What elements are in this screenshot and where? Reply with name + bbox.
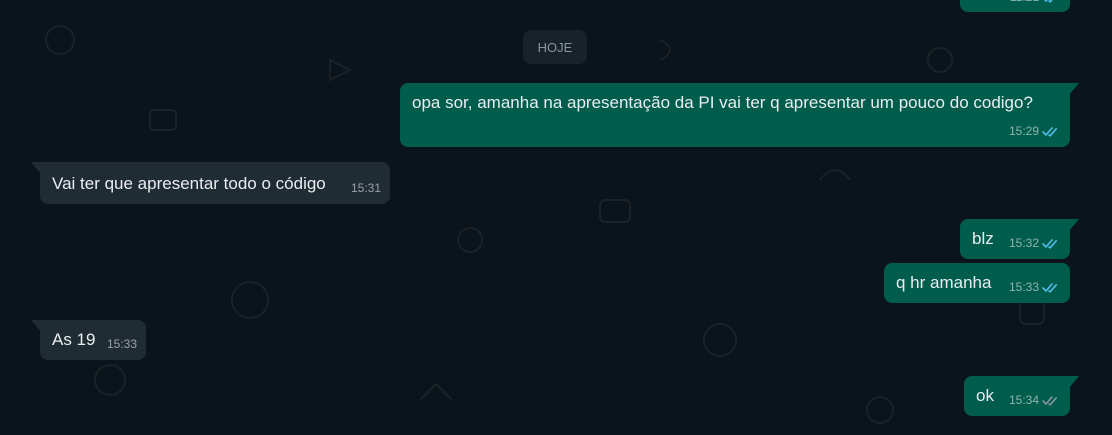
message-time: 15:34 bbox=[1008, 393, 1039, 407]
message-bubble-outgoing[interactable]: blz 15:32 bbox=[960, 219, 1079, 259]
double-check-icon bbox=[1042, 238, 1057, 249]
message-meta: 15:31 bbox=[351, 177, 381, 199]
message-time: 15:33 bbox=[106, 337, 137, 351]
message-text: opa sor, amanha na apresentação da PI va… bbox=[412, 93, 1033, 112]
message-bubble-incoming[interactable]: Vai ter que apresentar todo o código 15:… bbox=[31, 162, 390, 204]
message-time: 15:33 bbox=[1008, 280, 1039, 294]
message-text: As 19 bbox=[52, 330, 96, 349]
message-meta: 15:34 bbox=[1009, 389, 1060, 411]
double-check-icon bbox=[1044, 0, 1053, 3]
message-bubble-incoming[interactable]: As 19 15:33 bbox=[31, 320, 146, 360]
message-text: q hr amanha bbox=[896, 273, 992, 292]
date-separator-label: HOJE bbox=[537, 39, 573, 55]
bubble-tail bbox=[31, 162, 41, 174]
message-text: Vai ter que apresentar todo o código bbox=[52, 174, 326, 193]
double-check-icon bbox=[1042, 395, 1057, 406]
message-bubble-outgoing[interactable]: q hr amanha 15:33 bbox=[884, 263, 1070, 303]
message-text: blz bbox=[972, 229, 994, 248]
message-time: 11:21 bbox=[1010, 0, 1039, 8]
message-meta: 15:29 bbox=[1009, 120, 1060, 142]
message-text: ok bbox=[976, 386, 994, 405]
bubble-tail bbox=[1069, 219, 1079, 231]
bubble-tail bbox=[1069, 83, 1079, 95]
message-list: 11:21 HOJE opa sor, amanha na apresentaç… bbox=[0, 0, 1112, 435]
message-meta: 15:33 bbox=[107, 333, 137, 355]
double-check-icon bbox=[1042, 282, 1057, 293]
bubble-tail bbox=[1069, 376, 1079, 388]
message-meta: 15:32 bbox=[1009, 232, 1060, 254]
message-meta: 15:33 bbox=[1009, 276, 1060, 298]
date-separator: HOJE bbox=[523, 30, 587, 64]
message-time: 15:31 bbox=[350, 181, 381, 195]
double-check-icon bbox=[1042, 126, 1057, 137]
message-bubble-outgoing[interactable]: ok 15:34 bbox=[964, 376, 1079, 416]
message-bubble-outgoing[interactable]: 11:21 bbox=[960, 0, 1070, 12]
message-bubble-outgoing[interactable]: opa sor, amanha na apresentação da PI va… bbox=[400, 83, 1079, 147]
message-time: 15:29 bbox=[1008, 124, 1039, 138]
message-time: 15:32 bbox=[1008, 236, 1039, 250]
bubble-tail bbox=[31, 320, 41, 332]
message-meta: 11:21 bbox=[1010, 0, 1060, 8]
